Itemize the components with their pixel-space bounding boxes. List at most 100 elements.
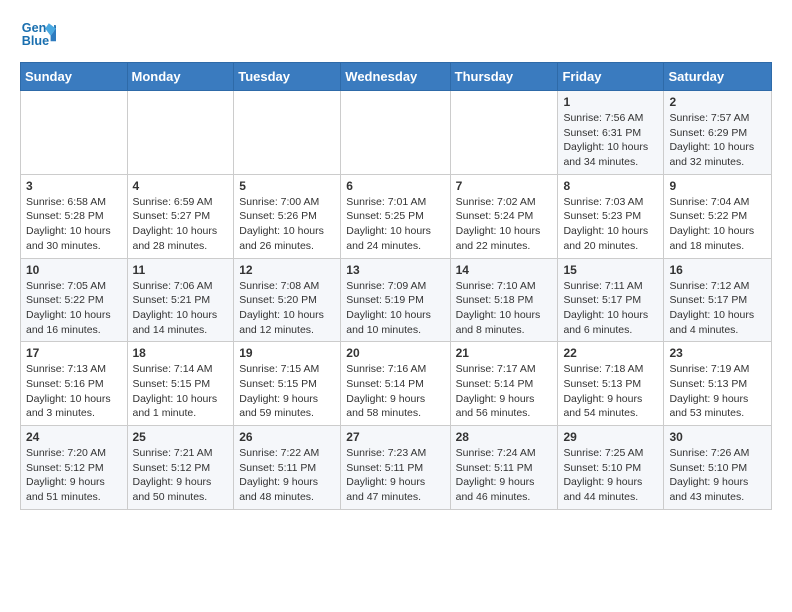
day-info: Daylight: 10 hours and 12 minutes. (239, 308, 335, 337)
day-info: Sunrise: 7:57 AM (669, 111, 766, 126)
logo-icon: General Blue (20, 16, 56, 52)
day-cell: 8Sunrise: 7:03 AMSunset: 5:23 PMDaylight… (558, 174, 664, 258)
day-number: 30 (669, 430, 766, 444)
day-cell: 26Sunrise: 7:22 AMSunset: 5:11 PMDayligh… (234, 426, 341, 510)
day-cell (21, 91, 128, 175)
day-cell: 2Sunrise: 7:57 AMSunset: 6:29 PMDaylight… (664, 91, 772, 175)
day-info: Daylight: 9 hours and 51 minutes. (26, 475, 122, 504)
day-info: Sunset: 5:24 PM (456, 209, 553, 224)
day-info: Sunrise: 7:04 AM (669, 195, 766, 210)
day-info: Daylight: 10 hours and 8 minutes. (456, 308, 553, 337)
day-info: Daylight: 10 hours and 34 minutes. (563, 140, 658, 169)
day-info: Daylight: 10 hours and 3 minutes. (26, 392, 122, 421)
day-cell (127, 91, 234, 175)
day-number: 6 (346, 179, 444, 193)
day-info: Daylight: 9 hours and 50 minutes. (133, 475, 229, 504)
day-cell: 22Sunrise: 7:18 AMSunset: 5:13 PMDayligh… (558, 342, 664, 426)
day-number: 11 (133, 263, 229, 277)
day-cell: 28Sunrise: 7:24 AMSunset: 5:11 PMDayligh… (450, 426, 558, 510)
day-cell: 16Sunrise: 7:12 AMSunset: 5:17 PMDayligh… (664, 258, 772, 342)
day-number: 19 (239, 346, 335, 360)
week-row-1: 1Sunrise: 7:56 AMSunset: 6:31 PMDaylight… (21, 91, 772, 175)
day-cell: 6Sunrise: 7:01 AMSunset: 5:25 PMDaylight… (341, 174, 450, 258)
day-info: Sunrise: 7:09 AM (346, 279, 444, 294)
day-cell: 7Sunrise: 7:02 AMSunset: 5:24 PMDaylight… (450, 174, 558, 258)
day-info: Sunset: 5:25 PM (346, 209, 444, 224)
day-info: Sunrise: 7:03 AM (563, 195, 658, 210)
day-info: Sunset: 5:27 PM (133, 209, 229, 224)
day-info: Sunset: 5:15 PM (239, 377, 335, 392)
logo: General Blue (20, 16, 56, 52)
day-cell: 18Sunrise: 7:14 AMSunset: 5:15 PMDayligh… (127, 342, 234, 426)
day-number: 10 (26, 263, 122, 277)
day-number: 1 (563, 95, 658, 109)
day-info: Sunset: 5:12 PM (26, 461, 122, 476)
day-info: Sunset: 5:17 PM (669, 293, 766, 308)
day-info: Daylight: 10 hours and 20 minutes. (563, 224, 658, 253)
day-info: Sunrise: 7:02 AM (456, 195, 553, 210)
day-info: Sunrise: 7:19 AM (669, 362, 766, 377)
day-number: 5 (239, 179, 335, 193)
day-number: 17 (26, 346, 122, 360)
calendar-table: SundayMondayTuesdayWednesdayThursdayFrid… (20, 62, 772, 510)
day-info: Sunset: 5:21 PM (133, 293, 229, 308)
col-header-monday: Monday (127, 63, 234, 91)
day-info: Daylight: 10 hours and 30 minutes. (26, 224, 122, 253)
day-info: Sunrise: 7:12 AM (669, 279, 766, 294)
day-info: Daylight: 10 hours and 14 minutes. (133, 308, 229, 337)
day-info: Sunrise: 7:13 AM (26, 362, 122, 377)
day-info: Sunrise: 7:15 AM (239, 362, 335, 377)
day-number: 26 (239, 430, 335, 444)
day-cell: 11Sunrise: 7:06 AMSunset: 5:21 PMDayligh… (127, 258, 234, 342)
day-cell: 3Sunrise: 6:58 AMSunset: 5:28 PMDaylight… (21, 174, 128, 258)
day-info: Sunset: 6:29 PM (669, 126, 766, 141)
day-number: 9 (669, 179, 766, 193)
day-info: Sunset: 5:23 PM (563, 209, 658, 224)
day-number: 14 (456, 263, 553, 277)
day-info: Sunset: 5:14 PM (346, 377, 444, 392)
day-info: Sunrise: 6:58 AM (26, 195, 122, 210)
day-cell (341, 91, 450, 175)
day-info: Sunrise: 7:25 AM (563, 446, 658, 461)
day-info: Sunset: 5:11 PM (346, 461, 444, 476)
header: General Blue (20, 16, 772, 52)
day-number: 12 (239, 263, 335, 277)
day-info: Sunset: 5:12 PM (133, 461, 229, 476)
day-info: Sunset: 5:22 PM (669, 209, 766, 224)
day-number: 18 (133, 346, 229, 360)
day-info: Daylight: 9 hours and 47 minutes. (346, 475, 444, 504)
day-cell: 4Sunrise: 6:59 AMSunset: 5:27 PMDaylight… (127, 174, 234, 258)
day-info: Sunrise: 7:05 AM (26, 279, 122, 294)
day-info: Sunrise: 7:00 AM (239, 195, 335, 210)
day-info: Sunrise: 7:20 AM (26, 446, 122, 461)
day-info: Daylight: 10 hours and 18 minutes. (669, 224, 766, 253)
day-info: Sunset: 5:10 PM (669, 461, 766, 476)
day-info: Sunset: 5:11 PM (239, 461, 335, 476)
day-info: Daylight: 10 hours and 4 minutes. (669, 308, 766, 337)
day-info: Sunset: 5:14 PM (456, 377, 553, 392)
day-info: Sunrise: 7:16 AM (346, 362, 444, 377)
day-info: Daylight: 10 hours and 1 minute. (133, 392, 229, 421)
day-info: Sunset: 5:13 PM (563, 377, 658, 392)
day-cell: 23Sunrise: 7:19 AMSunset: 5:13 PMDayligh… (664, 342, 772, 426)
day-info: Daylight: 9 hours and 44 minutes. (563, 475, 658, 504)
day-cell: 1Sunrise: 7:56 AMSunset: 6:31 PMDaylight… (558, 91, 664, 175)
day-info: Sunrise: 7:22 AM (239, 446, 335, 461)
day-info: Daylight: 10 hours and 22 minutes. (456, 224, 553, 253)
day-cell: 20Sunrise: 7:16 AMSunset: 5:14 PMDayligh… (341, 342, 450, 426)
day-info: Sunset: 5:10 PM (563, 461, 658, 476)
day-info: Sunset: 5:17 PM (563, 293, 658, 308)
col-header-sunday: Sunday (21, 63, 128, 91)
day-info: Sunset: 5:15 PM (133, 377, 229, 392)
day-cell: 5Sunrise: 7:00 AMSunset: 5:26 PMDaylight… (234, 174, 341, 258)
col-header-tuesday: Tuesday (234, 63, 341, 91)
day-info: Daylight: 9 hours and 53 minutes. (669, 392, 766, 421)
week-row-4: 17Sunrise: 7:13 AMSunset: 5:16 PMDayligh… (21, 342, 772, 426)
day-info: Daylight: 10 hours and 28 minutes. (133, 224, 229, 253)
day-cell: 30Sunrise: 7:26 AMSunset: 5:10 PMDayligh… (664, 426, 772, 510)
day-info: Daylight: 9 hours and 58 minutes. (346, 392, 444, 421)
day-cell: 9 Sunrise: 7:04 AMSunset: 5:22 PMDaylight… (664, 174, 772, 258)
day-info: Sunset: 5:19 PM (346, 293, 444, 308)
day-info: Sunset: 5:16 PM (26, 377, 122, 392)
day-cell: 19Sunrise: 7:15 AMSunset: 5:15 PMDayligh… (234, 342, 341, 426)
